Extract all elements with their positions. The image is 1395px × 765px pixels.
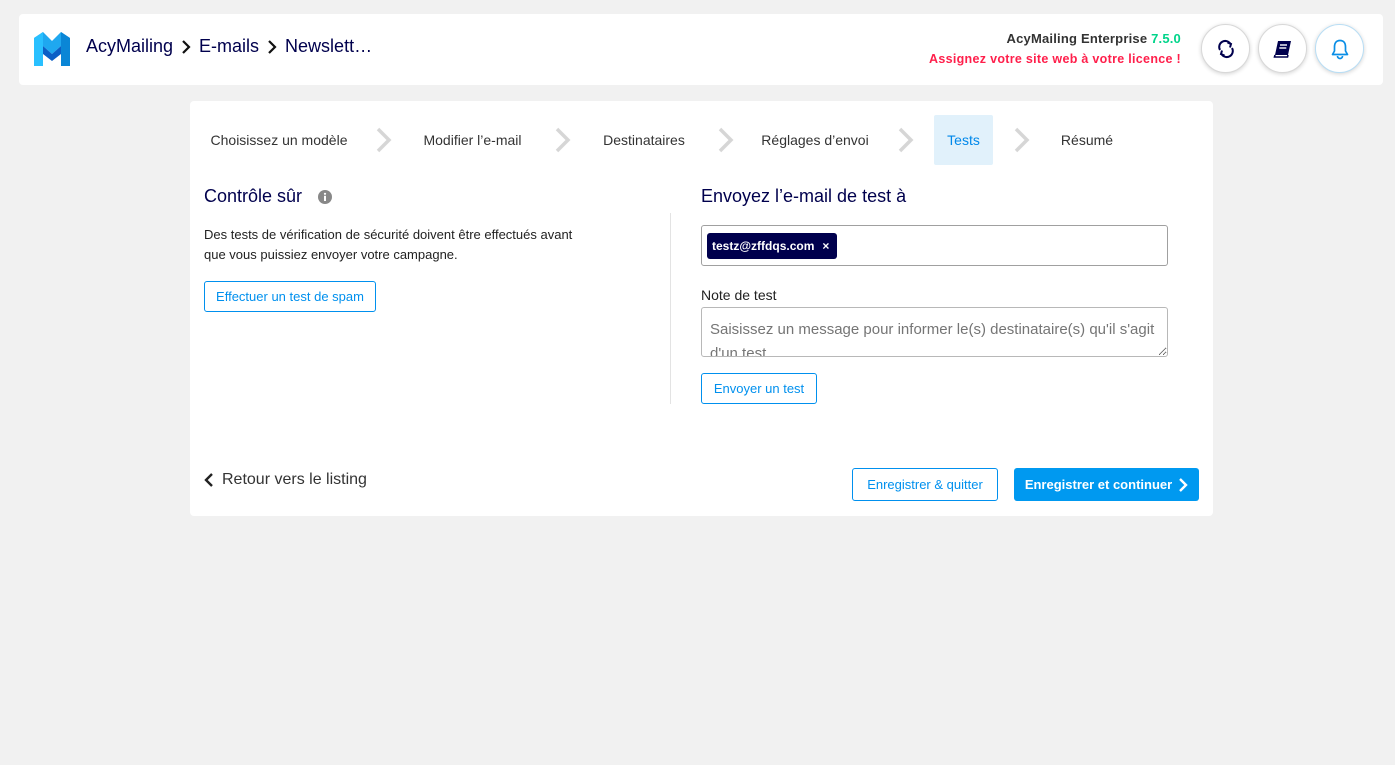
recipient-email: testz@zffdqs.com (712, 239, 815, 253)
license-info: AcyMailing Enterprise 7.5.0 Assignez vot… (929, 31, 1181, 66)
chevron-right-icon (376, 127, 392, 153)
top-header: AcyMailing E-mails Newslett… AcyMailing … (19, 14, 1383, 85)
chevron-left-icon (204, 473, 213, 487)
chevron-right-icon (173, 37, 199, 57)
breadcrumb: AcyMailing E-mails Newslett… (86, 36, 372, 57)
acymailing-logo-icon[interactable] (34, 32, 70, 66)
back-to-listing-link[interactable]: Retour vers le listing (204, 471, 367, 489)
info-icon[interactable] (318, 190, 332, 204)
chevron-right-icon (898, 127, 914, 153)
test-recipients-field[interactable]: testz@zffdqs.com × (701, 225, 1168, 266)
spam-test-button[interactable]: Effectuer un test de spam (204, 281, 376, 312)
step-recipients[interactable]: Destinataires (588, 115, 700, 165)
campaign-card: Choisissez un modèle Modifier l’e-mail D… (190, 101, 1213, 516)
test-note-label: Note de test (701, 287, 777, 303)
chevron-right-icon (718, 127, 734, 153)
notifications-button[interactable] (1315, 24, 1364, 73)
send-test-button[interactable]: Envoyer un test (701, 373, 817, 404)
step-navigation: Choisissez un modèle Modifier l’e-mail D… (190, 115, 1213, 165)
breadcrumb-emails[interactable]: E-mails (199, 36, 259, 57)
back-label: Retour vers le listing (222, 471, 367, 488)
step-send-settings[interactable]: Réglages d’envoi (751, 115, 879, 165)
bell-icon (1331, 39, 1348, 59)
send-test-title: Envoyez l’e-mail de test à (701, 186, 907, 206)
remove-recipient-icon[interactable]: × (822, 239, 829, 253)
chevron-right-icon (1014, 127, 1030, 153)
license-product-name: AcyMailing Enterprise (1006, 31, 1148, 46)
chevron-right-icon (555, 127, 571, 153)
test-note-input[interactable] (701, 307, 1168, 357)
breadcrumb-acymailing[interactable]: AcyMailing (86, 36, 173, 57)
save-and-continue-button[interactable]: Enregistrer et continuer (1014, 468, 1199, 501)
step-edit-email[interactable]: Modifier l’e-mail (409, 115, 536, 165)
license-warning-link[interactable]: Assignez votre site web à votre licence … (929, 52, 1181, 66)
documentation-button[interactable] (1258, 24, 1307, 73)
step-choose-template[interactable]: Choisissez un modèle (204, 115, 354, 165)
step-tests[interactable]: Tests (934, 115, 993, 165)
book-icon (1272, 40, 1291, 58)
column-divider (670, 213, 671, 404)
chevron-right-icon (259, 37, 285, 57)
save-continue-label: Enregistrer et continuer (1024, 477, 1173, 492)
license-version: 7.5.0 (1151, 31, 1181, 46)
breadcrumb-newsletter: Newslett… (285, 36, 373, 56)
sync-icon (1217, 39, 1234, 58)
step-summary[interactable]: Résumé (1047, 115, 1127, 165)
safe-check-title: Contrôle sûr (204, 186, 303, 206)
chevron-right-icon (1179, 477, 1188, 492)
save-and-quit-button[interactable]: Enregistrer & quitter (852, 468, 998, 501)
license-product: AcyMailing Enterprise 7.5.0 (929, 31, 1181, 46)
safe-check-description: Des tests de vérification de sécurité do… (204, 227, 573, 262)
sync-button[interactable] (1201, 24, 1250, 73)
recipient-tag: testz@zffdqs.com × (707, 233, 838, 259)
